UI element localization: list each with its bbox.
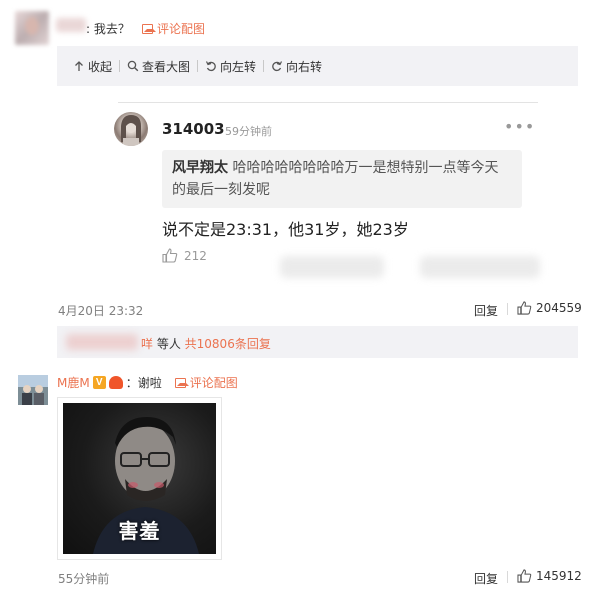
comment-date: 55分钟前 (58, 572, 110, 586)
verified-badge-icon[interactable]: V (92, 376, 106, 389)
thumbs-up-icon (517, 301, 532, 315)
redaction-blur (280, 256, 384, 278)
more-options-icon: ••• (504, 117, 536, 136)
search-icon (127, 60, 139, 72)
rotate-right-label: 向右转 (286, 59, 323, 74)
image-icon (142, 23, 156, 34)
collapse-button[interactable]: 收起 (73, 58, 112, 75)
meme-image: 害羞 (63, 403, 216, 554)
rotate-left-button[interactable]: 向左转 (205, 58, 256, 75)
reply-button[interactable]: 回复 (474, 302, 498, 319)
replier-names-blurred (66, 334, 138, 350)
thumbs-up-icon (517, 569, 532, 583)
rotate-left-label: 向左转 (220, 59, 257, 74)
quoted-comment: 风早翔太 哈哈哈哈哈哈哈哈万一是想特别一点等今天的最后一刻发呢 (162, 150, 522, 208)
commenter-avatar[interactable] (15, 11, 49, 45)
comment-image-link[interactable]: 评论配图 (142, 20, 205, 37)
replier-name[interactable]: 咩 (141, 337, 153, 351)
comment-text: : 我去？ (86, 22, 130, 36)
commenter-avatar[interactable] (18, 375, 48, 405)
redaction-blur (420, 256, 540, 278)
reply-label: 回复 (474, 304, 499, 318)
like-button[interactable]: 204559 (517, 301, 582, 315)
comment-image-link-label: 评论配图 (189, 376, 238, 390)
collapse-icon (75, 61, 83, 71)
divider (507, 571, 508, 583)
thumbs-up-icon (162, 248, 178, 263)
quoted-author: 风早翔太 (172, 160, 228, 176)
reply-label: 回复 (474, 572, 499, 586)
more-replies-middle: 等人 (153, 337, 185, 351)
comment-date: 4月20日 23:32 (58, 304, 144, 318)
collapse-label: 收起 (88, 59, 113, 74)
screenshot-comment-text: 说不定是23:31，他31岁，她23岁 (162, 220, 409, 239)
comment-image[interactable]: 害羞 (57, 397, 222, 560)
rotate-right-icon (272, 61, 283, 72)
rotate-right-button[interactable]: 向右转 (271, 58, 322, 75)
reply-button[interactable]: 回复 (474, 570, 498, 587)
comment-image-link-label: 评论配图 (157, 22, 206, 36)
commenter-name[interactable]: M鹿M (57, 374, 90, 391)
screenshot-like-number: 212 (184, 248, 207, 263)
screenshot-username: 314003 (162, 120, 225, 138)
divider (118, 102, 538, 103)
screenshot-avatar (114, 112, 148, 146)
member-crown-icon[interactable] (108, 376, 123, 389)
divider (507, 303, 508, 315)
view-large-label: 查看大图 (142, 59, 191, 74)
meme-caption: 害羞 (118, 519, 161, 543)
image-icon (174, 377, 189, 388)
screenshot-timestamp: 59分钟前 (225, 125, 272, 138)
like-button[interactable]: 145912 (517, 569, 582, 583)
commenter-name-blurred[interactable] (56, 18, 86, 32)
comment-text: ：谢啦 (125, 376, 162, 390)
view-large-button[interactable]: 查看大图 (127, 58, 190, 75)
like-count: 204559 (536, 301, 582, 315)
comment-header: M鹿M V ：谢啦 评论配图 (57, 374, 238, 391)
more-replies-text[interactable]: 咩 等人 共10806条回复 (141, 335, 271, 352)
like-count: 145912 (536, 569, 582, 583)
image-toolbar: 收起 查看大图 向左转 向右转 (57, 46, 578, 86)
more-replies-link[interactable]: 共10806条回复 (185, 337, 271, 351)
comment-image-link[interactable]: 评论配图 (174, 374, 238, 391)
rotate-left-icon (205, 61, 216, 72)
screenshot-like-count: 212 (162, 248, 207, 263)
